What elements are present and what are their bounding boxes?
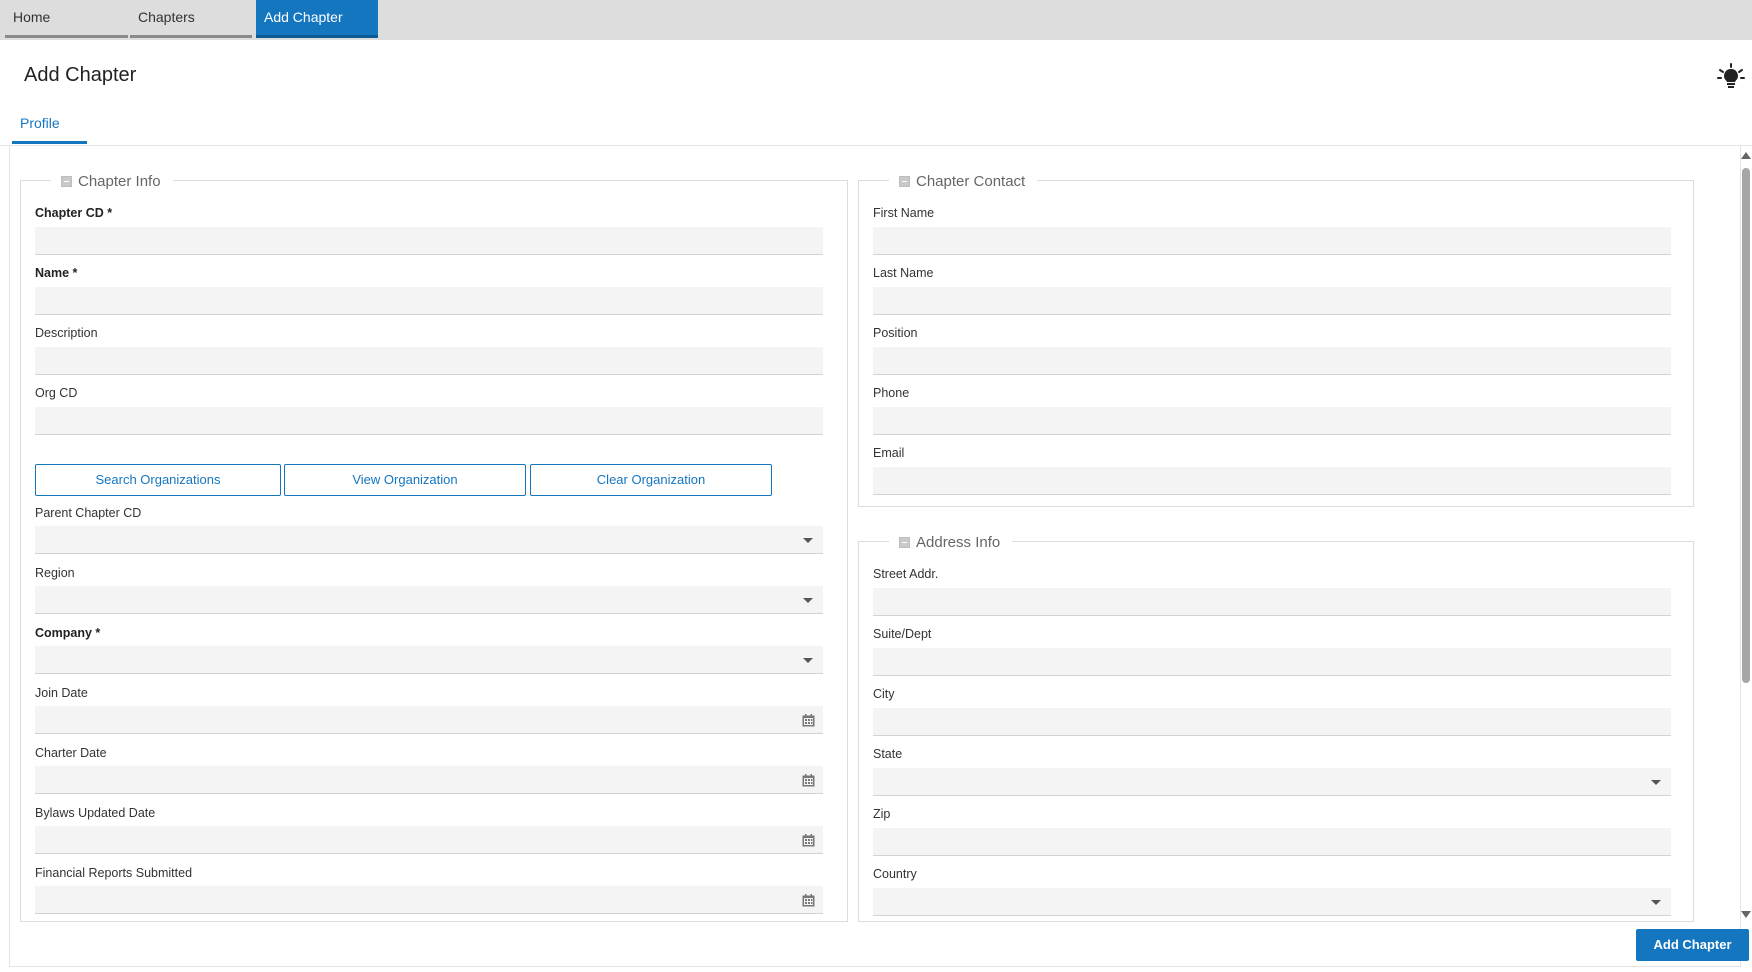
first-name-input[interactable] (873, 227, 1671, 255)
bylaws-date-label: Bylaws Updated Date (35, 806, 156, 820)
scroll-thumb[interactable] (1742, 168, 1750, 683)
search-organizations-button[interactable]: Search Organizations (35, 464, 281, 496)
email-label: Email (873, 446, 905, 460)
charter-date-input[interactable] (35, 766, 823, 794)
add-chapter-button[interactable]: Add Chapter (1636, 929, 1749, 961)
page-title: Add Chapter (24, 64, 137, 86)
last-name-label: Last Name (873, 266, 934, 280)
calendar-icon[interactable] (802, 834, 815, 847)
suite-input[interactable] (873, 648, 1671, 676)
position-input[interactable] (873, 347, 1671, 375)
join-date-label: Join Date (35, 686, 88, 700)
street-input[interactable] (873, 588, 1671, 616)
chevron-down-icon (803, 538, 813, 543)
name-label: Name * (35, 266, 78, 280)
tab-home[interactable]: Home (5, 0, 128, 38)
collapse-icon[interactable] (61, 175, 72, 187)
first-name-label: First Name (873, 206, 935, 220)
scroll-up-icon[interactable] (1741, 152, 1751, 159)
last-name-input[interactable] (873, 287, 1671, 315)
description-input[interactable] (35, 347, 823, 375)
chapter-cd-input[interactable] (35, 227, 823, 255)
tab-chapters[interactable]: Chapters (130, 0, 252, 38)
description-label: Description (35, 326, 98, 340)
chapter-info-title: Chapter Info (78, 172, 161, 190)
financial-reports-input[interactable] (35, 886, 823, 914)
chevron-down-icon (803, 598, 813, 603)
street-label: Street Addr. (873, 567, 939, 581)
collapse-icon[interactable] (899, 536, 910, 548)
city-input[interactable] (873, 708, 1671, 736)
email-input[interactable] (873, 467, 1671, 495)
address-info-legend[interactable]: Address Info (889, 532, 1013, 552)
collapse-icon[interactable] (899, 175, 910, 187)
vertical-scrollbar[interactable] (1740, 150, 1752, 920)
chapter-contact-title: Chapter Contact (916, 172, 1026, 190)
tab-profile[interactable]: Profile (12, 112, 87, 144)
chevron-down-icon (803, 658, 813, 663)
chapter-contact-legend[interactable]: Chapter Contact (889, 171, 1038, 191)
parent-chapter-select[interactable] (35, 526, 823, 554)
zip-label: Zip (873, 807, 891, 821)
calendar-icon[interactable] (802, 774, 815, 787)
country-select[interactable] (873, 888, 1671, 916)
chapter-info-legend[interactable]: Chapter Info (51, 171, 173, 191)
calendar-icon[interactable] (802, 894, 815, 907)
name-input[interactable] (35, 287, 823, 315)
country-label: Country (873, 867, 917, 881)
region-select[interactable] (35, 586, 823, 614)
view-organization-button[interactable]: View Organization (284, 464, 526, 496)
join-date-input[interactable] (35, 706, 823, 734)
financial-reports-label: Financial Reports Submitted (35, 866, 193, 880)
parent-chapter-label: Parent Chapter CD (35, 506, 142, 520)
region-label: Region (35, 566, 75, 580)
tab-add-chapter[interactable]: Add Chapter (256, 0, 378, 38)
address-info-title: Address Info (916, 533, 1001, 551)
state-select[interactable] (873, 768, 1671, 796)
org-cd-label: Org CD (35, 386, 78, 400)
lightbulb-icon[interactable] (1716, 62, 1746, 92)
company-label: Company * (35, 626, 101, 640)
zip-input[interactable] (873, 828, 1671, 856)
top-tab-bar: Home Chapters Add Chapter (0, 0, 1752, 40)
clear-organization-button[interactable]: Clear Organization (530, 464, 772, 496)
phone-label: Phone (873, 386, 910, 400)
calendar-icon[interactable] (802, 714, 815, 727)
city-label: City (873, 687, 895, 701)
bylaws-date-input[interactable] (35, 826, 823, 854)
phone-input[interactable] (873, 407, 1671, 435)
suite-label: Suite/Dept (873, 627, 932, 641)
chevron-down-icon (1651, 780, 1661, 785)
chapter-cd-label: Chapter CD * (35, 206, 113, 220)
chevron-down-icon (1651, 900, 1661, 905)
company-select[interactable] (35, 646, 823, 674)
charter-date-label: Charter Date (35, 746, 107, 760)
position-label: Position (873, 326, 918, 340)
org-cd-input[interactable] (35, 407, 823, 435)
state-label: State (873, 747, 903, 761)
scroll-down-icon[interactable] (1741, 911, 1751, 918)
